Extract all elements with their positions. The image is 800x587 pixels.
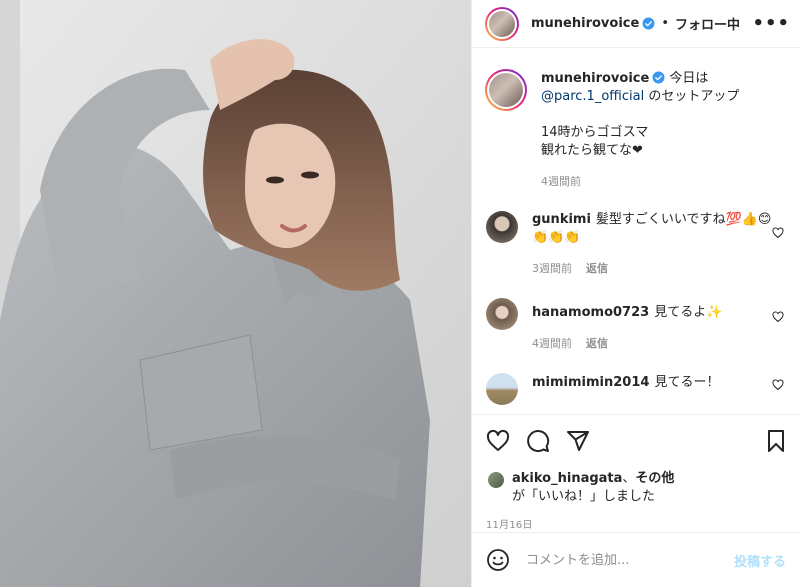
add-comment-bar: 投稿する (472, 532, 800, 587)
post-side-panel: munehirovoice • フォロー中 ••• munehirovoice 今… (471, 0, 800, 587)
caption: munehirovoice 今日は @parc.1_official のセットアッ… (485, 69, 786, 191)
comment-heart-icon[interactable] (772, 227, 784, 239)
likes-text: akiko_hinagata、その他 が「いいね！」しました (512, 470, 674, 506)
header-separator: • (661, 16, 669, 31)
comment-meta: 4週間前 返信 (532, 335, 786, 353)
reply-button[interactable]: 返信 (586, 337, 608, 350)
comment-time[interactable]: 4週間前 (532, 337, 572, 350)
comment-body: hanamomo0723 見てるよ✨ 4週間前 返信 (532, 304, 786, 353)
commenter-username[interactable]: hanamomo0723 (532, 305, 649, 320)
likes-suffix: が「いいね！」しました (512, 489, 656, 504)
mention-link[interactable]: @parc.1_official (541, 89, 644, 104)
commenter-avatar[interactable] (486, 211, 518, 243)
speech-bubble-icon[interactable] (526, 429, 550, 453)
comment-heart-icon[interactable] (772, 379, 784, 391)
caption-time[interactable]: 4週間前 (541, 175, 581, 188)
comment-time[interactable]: 3週間前 (532, 262, 572, 275)
reply-button[interactable]: 返信 (586, 262, 608, 275)
comment-text: 見てるよ✨ (654, 305, 723, 320)
caption-line-1: 今日は (669, 71, 709, 86)
likes-summary: akiko_hinagata、その他 が「いいね！」しました (486, 470, 790, 506)
caption-meta: 4週間前 (541, 173, 786, 191)
heart-icon[interactable] (486, 429, 510, 453)
likes-others-link[interactable]: その他 (635, 471, 674, 486)
commenter-avatar[interactable] (486, 373, 518, 405)
liker-avatar[interactable] (486, 470, 506, 490)
liker-username[interactable]: akiko_hinagata (512, 471, 622, 486)
bookmark-icon[interactable] (764, 429, 788, 453)
likes-joiner: 、 (622, 471, 636, 486)
author-username[interactable]: munehirovoice (531, 16, 639, 31)
comment-input[interactable] (526, 552, 734, 568)
post-date[interactable]: 11月16日 (486, 516, 533, 531)
comment-body: gunkimi 髪型すごくいいですね💯👍😊👏👏👏 3週間前 返信 (532, 211, 786, 278)
comment-body: mimimimin2014 見てるー！ (532, 374, 786, 405)
smiley-icon[interactable] (486, 548, 510, 572)
caption-body: munehirovoice 今日は @parc.1_official のセットアッ… (541, 70, 786, 191)
commenter-username[interactable]: gunkimi (532, 212, 591, 227)
comment-item: mimimimin2014 見てるー！ (485, 373, 786, 405)
verified-badge-icon (652, 71, 665, 84)
comment-text: 見てるー！ (654, 375, 720, 390)
comment-meta: 3週間前 返信 (532, 260, 786, 278)
comment-item: hanamomo0723 見てるよ✨ 4週間前 返信 (485, 298, 786, 353)
comments-list[interactable]: munehirovoice 今日は @parc.1_official のセットアッ… (472, 49, 800, 414)
post-photo[interactable] (0, 0, 471, 587)
caption-avatar[interactable] (485, 69, 527, 111)
paper-plane-icon[interactable] (566, 429, 590, 453)
more-options-button[interactable]: ••• (752, 14, 790, 33)
post-header: munehirovoice • フォロー中 ••• (472, 0, 800, 48)
comment-item: gunkimi 髪型すごくいいですね💯👍😊👏👏👏 3週間前 返信 (485, 211, 786, 278)
verified-badge-icon (642, 17, 655, 30)
post-comment-button[interactable]: 投稿する (734, 551, 786, 570)
action-bar (472, 414, 800, 466)
instagram-post: munehirovoice • フォロー中 ••• munehirovoice 今… (0, 0, 800, 587)
caption-line-2: のセットアップ (644, 89, 740, 104)
caption-line-3: 14時からゴゴスマ 観れたら観てな❤ (541, 125, 649, 158)
author-avatar[interactable] (485, 6, 519, 41)
caption-username[interactable]: munehirovoice (541, 71, 649, 86)
portrait-photo-illustration (0, 0, 471, 587)
comment-heart-icon[interactable] (772, 311, 784, 323)
commenter-username[interactable]: mimimimin2014 (532, 375, 649, 390)
commenter-avatar[interactable] (486, 298, 518, 330)
following-button[interactable]: フォロー中 (675, 14, 740, 33)
